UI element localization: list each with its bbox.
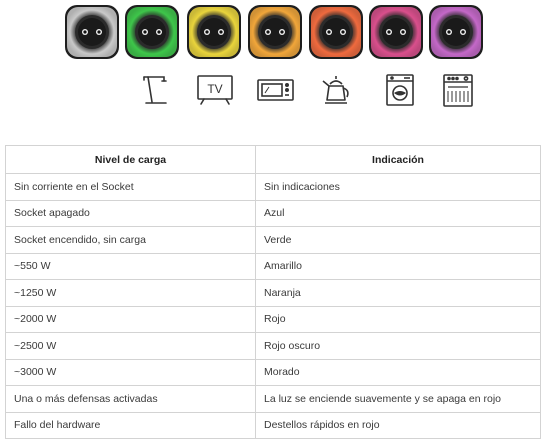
- indication-cell: Verde: [255, 226, 541, 254]
- load-level-cell: Sin corriente en el Socket: [5, 173, 256, 201]
- socket-pin-hole-inner: [327, 30, 331, 34]
- socket-red-image: [309, 5, 363, 59]
- kettle-icon: [322, 76, 349, 104]
- indication-cell: Azul: [255, 199, 541, 227]
- indication-cell: Rojo oscuro: [255, 332, 541, 360]
- socket-gray-image: [65, 5, 119, 59]
- socket-pin-hole-inner: [341, 30, 345, 34]
- dishwasher-icon: [443, 74, 473, 107]
- socket-pin-hole-inner: [387, 30, 391, 34]
- socket-pin-hole-inner: [461, 30, 465, 34]
- table-header-row: Nivel de carga Indicación: [5, 145, 541, 174]
- indication-cell: Sin indicaciones: [255, 173, 541, 201]
- table-row: Fallo del hardware Destellos rápidos en …: [5, 411, 541, 439]
- indication-cell: Amarillo: [255, 252, 541, 280]
- socket-pin-hole-inner: [401, 30, 405, 34]
- table-row: ~550 W Amarillo: [5, 252, 541, 280]
- socket-pin-hole-inner: [219, 30, 223, 34]
- tv-icon-label: TV: [207, 82, 222, 96]
- load-level-cell: Fallo del hardware: [5, 411, 256, 439]
- socket-pin-hole-inner: [143, 30, 147, 34]
- socket-color-strip: [0, 4, 550, 62]
- load-level-cell: ~550 W: [5, 252, 256, 280]
- table-row: Socket apagado Azul: [5, 199, 541, 227]
- load-level-cell: ~1250 W: [5, 279, 256, 307]
- socket-green-image: [125, 5, 179, 59]
- table-row: Socket encendido, sin carga Verde: [5, 226, 541, 254]
- socket-pink-image: [369, 5, 423, 59]
- indication-cell: Rojo: [255, 305, 541, 333]
- load-level-cell: Socket encendido, sin carga: [5, 226, 256, 254]
- socket-pin-hole-inner: [266, 30, 270, 34]
- load-level-cell: ~2000 W: [5, 305, 256, 333]
- load-level-cell: Socket apagado: [5, 199, 256, 227]
- load-level-cell: ~3000 W: [5, 358, 256, 386]
- column-header-indication: Indicación: [255, 145, 541, 174]
- socket-pin-hole-inner: [280, 30, 284, 34]
- table-row: ~1250 W Naranja: [5, 279, 541, 307]
- tv-icon: TV: [197, 75, 233, 105]
- table-row: Sin corriente en el Socket Sin indicacio…: [5, 173, 541, 201]
- socket-purple-image: [429, 5, 483, 59]
- load-level-cell: Una o más defensas activadas: [5, 385, 256, 413]
- indication-cell: La luz se enciende suavemente y se apaga…: [255, 385, 541, 413]
- table-row: Una o más defensas activadas La luz se e…: [5, 385, 541, 413]
- load-level-cell: ~2500 W: [5, 332, 256, 360]
- socket-yellow-image: [187, 5, 241, 59]
- socket-pin-hole-inner: [205, 30, 209, 34]
- column-header-load-level: Nivel de carga: [5, 145, 256, 174]
- indication-cell: Morado: [255, 358, 541, 386]
- load-level-table: Nivel de carga Indicación Sin corriente …: [5, 145, 541, 439]
- table-row: ~2500 W Rojo oscuro: [5, 332, 541, 360]
- socket-pin-hole-inner: [447, 30, 451, 34]
- table-row: ~2000 W Rojo: [5, 305, 541, 333]
- microwave-icon: [257, 79, 294, 101]
- socket-orange-image: [248, 5, 302, 59]
- socket-pin-hole-inner: [83, 30, 87, 34]
- table-row: ~3000 W Morado: [5, 358, 541, 386]
- indication-cell: Naranja: [255, 279, 541, 307]
- indication-cell: Destellos rápidos en rojo: [255, 411, 541, 439]
- appliance-icon-row: TV: [0, 72, 550, 112]
- desk-lamp-icon: [143, 76, 167, 104]
- washing-machine-icon: [386, 74, 414, 106]
- socket-pin-hole-inner: [157, 30, 161, 34]
- socket-pin-hole-inner: [97, 30, 101, 34]
